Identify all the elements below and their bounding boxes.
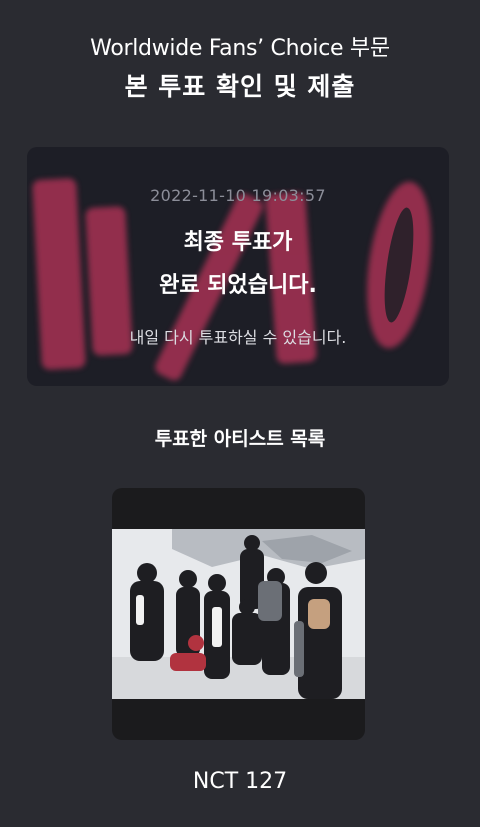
- vote-result-content: 2022-11-10 19:03:57 최종 투표가 완료 되었습니다. 내일 …: [27, 147, 449, 386]
- voted-artists-title: 투표한 아티스트 목록: [154, 428, 326, 450]
- page-subtitle: 본 투표 확인 및 제출: [124, 72, 356, 101]
- vote-complete-line-1: 최종 투표가: [183, 230, 293, 255]
- artist-group-photo: [112, 529, 365, 699]
- vote-timestamp: 2022-11-10 19:03:57: [150, 186, 326, 205]
- vote-result-card: 2022-11-10 19:03:57 최종 투표가 완료 되었습니다. 내일 …: [27, 147, 449, 386]
- page-header: Worldwide Fans’ Choice 부문 본 투표 확인 및 제출: [0, 0, 480, 106]
- category-title: Worldwide Fans’ Choice 부문: [90, 36, 390, 61]
- artist-name: NCT 127: [192, 769, 288, 794]
- vote-complete-message: 최종 투표가 완료 되었습니다.: [27, 221, 449, 307]
- revote-message: 내일 다시 투표하실 수 있습니다.: [129, 328, 347, 347]
- vote-complete-line-2: 완료 되었습니다.: [159, 273, 317, 298]
- artist-card: [112, 488, 365, 740]
